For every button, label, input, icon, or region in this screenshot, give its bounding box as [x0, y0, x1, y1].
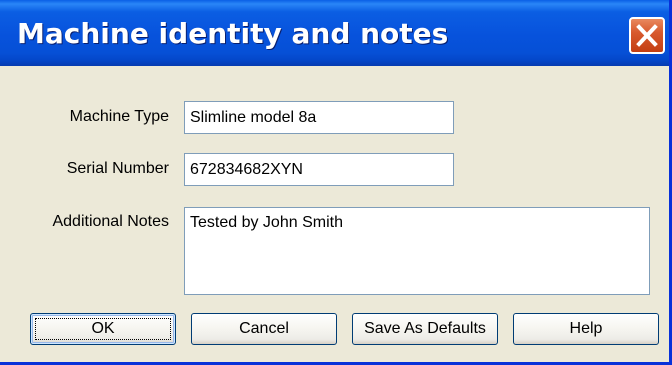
machine-type-label: Machine Type: [69, 108, 169, 125]
title-bar[interactable]: Machine identity and notes: [0, 0, 669, 66]
serial-number-label: Serial Number: [66, 160, 169, 177]
machine-type-input[interactable]: [184, 101, 454, 134]
ok-button[interactable]: OK: [30, 313, 176, 345]
help-button[interactable]: Help: [513, 313, 659, 345]
ok-button-label: OK: [91, 320, 115, 337]
dialog-window: Machine identity and notes Machine Type …: [0, 0, 672, 365]
serial-number-input[interactable]: [184, 153, 454, 186]
cancel-button[interactable]: Cancel: [191, 313, 337, 345]
window-title: Machine identity and notes: [17, 17, 449, 50]
additional-notes-label: Additional Notes: [52, 213, 169, 230]
close-button[interactable]: [629, 17, 665, 54]
close-icon: [636, 24, 658, 47]
save-as-defaults-button[interactable]: Save As Defaults: [352, 313, 498, 345]
additional-notes-textarea[interactable]: Tested by John Smith: [184, 207, 650, 295]
